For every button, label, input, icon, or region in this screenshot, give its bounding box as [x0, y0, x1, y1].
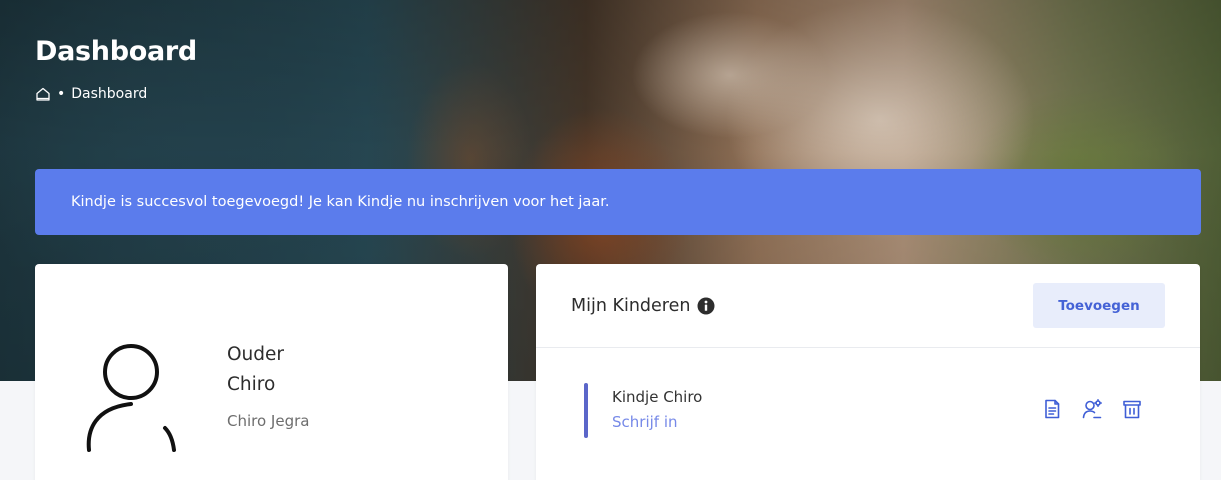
home-icon[interactable]: [35, 86, 51, 102]
page-title: Dashboard: [35, 36, 197, 67]
kids-title: Mijn Kinderen: [571, 295, 691, 316]
add-child-button[interactable]: Toevoegen: [1033, 283, 1165, 328]
success-alert: Kindje is succesvol toegevoegd! Je kan K…: [35, 169, 1201, 235]
list-item: Kindje Chiro Schrijf in: [584, 383, 1164, 438]
user-settings-icon[interactable]: [1081, 398, 1103, 420]
breadcrumb: • Dashboard: [35, 86, 147, 102]
kid-name: Kindje Chiro: [612, 388, 703, 406]
user-icon: [86, 344, 176, 452]
alert-message: Kindje is succesvol toegevoegd! Je kan K…: [71, 194, 610, 210]
enroll-link[interactable]: Schrijf in: [612, 413, 678, 431]
profile-card: Ouder Chiro Chiro Jegra: [35, 264, 508, 480]
profile-name: Ouder Chiro: [227, 340, 284, 400]
document-icon[interactable]: [1041, 398, 1063, 420]
info-icon[interactable]: [697, 297, 715, 315]
kid-actions: [1041, 398, 1143, 420]
profile-last-name: Chiro: [227, 374, 276, 395]
breadcrumb-separator: •: [57, 86, 66, 102]
breadcrumb-current: Dashboard: [71, 86, 148, 102]
kids-header: Mijn Kinderen Toevoegen: [536, 264, 1200, 348]
kids-card: Mijn Kinderen Toevoegen Kindje Chiro Sch…: [536, 264, 1200, 480]
profile-group: Chiro Jegra: [227, 412, 310, 430]
kid-accent-bar: [584, 383, 588, 438]
profile-first-name: Ouder: [227, 344, 285, 365]
trash-icon[interactable]: [1121, 398, 1143, 420]
